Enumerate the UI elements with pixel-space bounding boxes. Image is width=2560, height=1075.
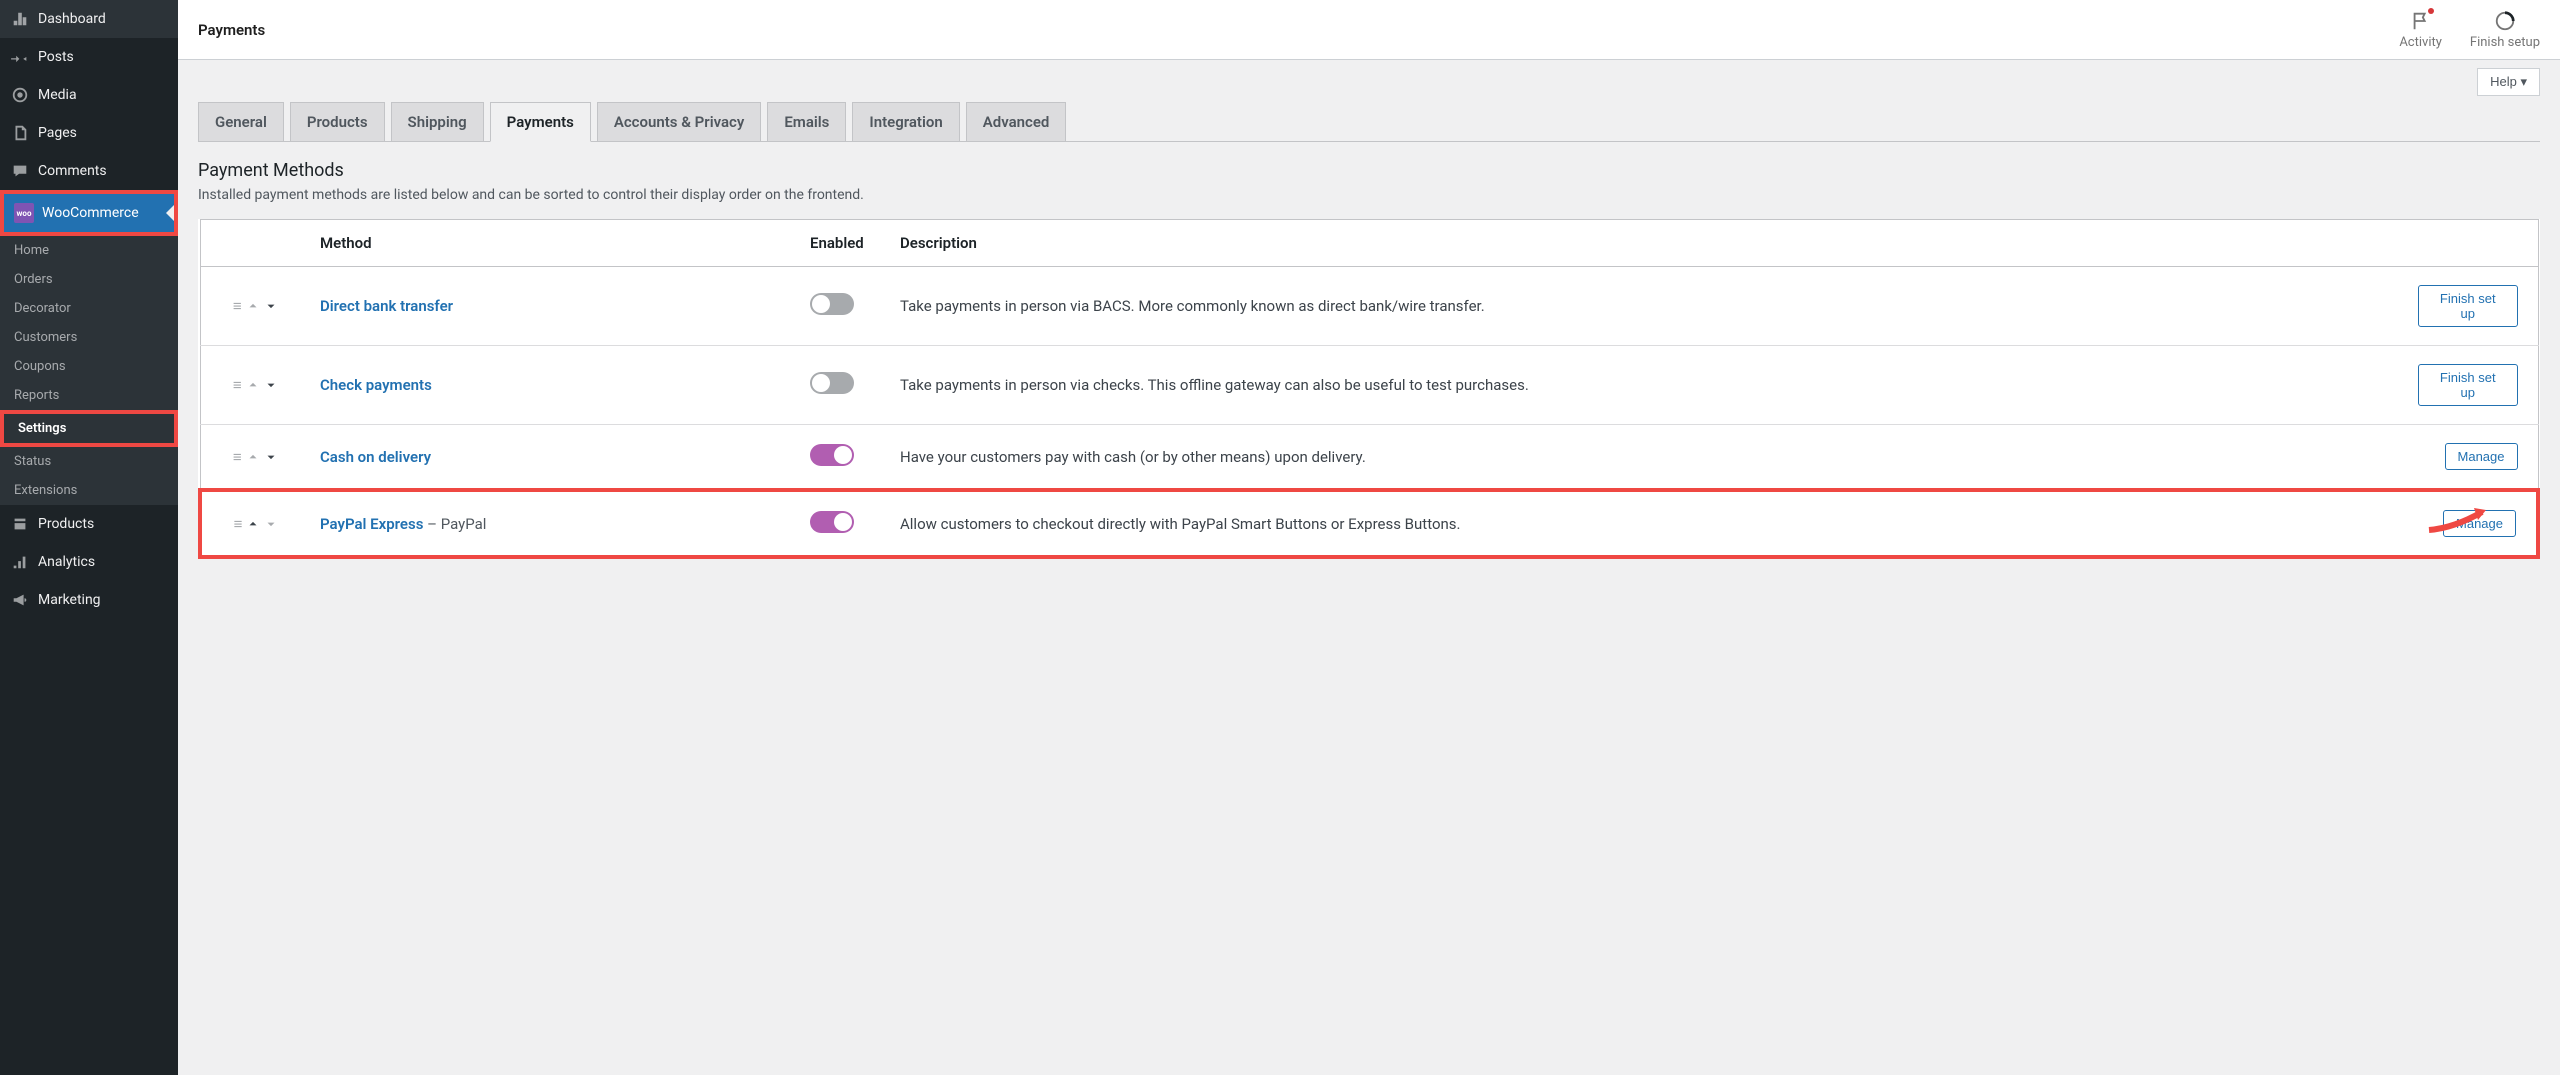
flag-icon [2410,10,2432,32]
sidebar-subitem-orders[interactable]: Orders [0,265,178,294]
sidebar-item-analytics[interactable]: Analytics [0,543,178,581]
sidebar-item-label: Analytics [38,554,95,570]
main-content: Payments Activity Finish setup Help ▾ Ge… [178,0,2560,1075]
tab-payments[interactable]: Payments [490,102,591,142]
dashboard-icon [10,9,30,29]
sidebar-item-posts[interactable]: Posts [0,38,178,76]
arrow-annotation-icon [2424,500,2496,536]
chevron-down-icon[interactable] [264,378,278,392]
payments-table: Method Enabled Description ≡ Direct bank… [198,219,2540,559]
sidebar-subitem-coupons[interactable]: Coupons [0,352,178,381]
sidebar-item-label: Posts [38,49,74,65]
finish-setup-label: Finish setup [2470,35,2540,50]
drag-handle-icon[interactable]: ≡ [233,448,242,466]
chevron-down-icon[interactable] [264,299,278,313]
drag-handle-icon[interactable]: ≡ [233,376,242,394]
method-link[interactable]: Check payments [320,376,432,394]
tab-integration[interactable]: Integration [852,102,959,141]
sidebar-item-pages[interactable]: Pages [0,114,178,152]
column-description: Description [890,220,2408,267]
method-suffix: – PayPal [423,515,486,533]
row-action-button[interactable]: Finish set up [2418,364,2518,406]
tab-accounts-privacy[interactable]: Accounts & Privacy [597,102,762,141]
table-row: ≡ PayPal Express – PayPal Allow customer… [200,490,2538,557]
woo-icon: woo [14,203,34,223]
woocommerce-submenu: Home Orders Decorator Customers Coupons … [0,236,178,505]
activity-button[interactable]: Activity [2399,10,2442,50]
row-action-button[interactable]: Finish set up [2418,285,2518,327]
enabled-toggle[interactable] [810,511,854,533]
tab-emails[interactable]: Emails [767,102,846,141]
progress-circle-icon [2494,10,2516,32]
sidebar-item-label: Marketing [38,592,101,608]
page-title: Payments [198,21,265,39]
method-description: Take payments in person via BACS. More c… [900,297,1485,315]
row-action-button[interactable]: Manage [2445,443,2518,470]
help-button[interactable]: Help ▾ [2477,68,2540,96]
pages-icon [10,123,30,143]
chevron-up-icon[interactable] [246,378,260,392]
sidebar-item-comments[interactable]: Comments [0,152,178,190]
chevron-up-icon[interactable] [246,450,260,464]
method-description: Take payments in person via checks. This… [900,376,1529,394]
sidebar-item-label: WooCommerce [42,205,139,221]
table-row: ≡ Direct bank transfer Take payments in … [200,267,2538,346]
sidebar-subitem-customers[interactable]: Customers [0,323,178,352]
drag-handle-icon[interactable]: ≡ [233,297,242,315]
section-title: Payment Methods [198,160,2540,181]
topbar: Payments Activity Finish setup [178,0,2560,60]
comment-icon [10,161,30,181]
chevron-down-icon[interactable] [264,450,278,464]
column-method: Method [310,220,800,267]
sidebar-item-label: Products [38,516,94,532]
tab-products[interactable]: Products [290,102,385,141]
drag-handle-icon[interactable]: ≡ [234,515,243,533]
sidebar-item-woocommerce[interactable]: woo WooCommerce [0,190,178,236]
activity-label: Activity [2399,35,2442,50]
notification-dot [2428,8,2434,14]
products-icon [10,514,30,534]
media-icon [10,85,30,105]
method-description: Have your customers pay with cash (or by… [900,448,1366,466]
chevron-up-icon[interactable] [246,299,260,313]
analytics-icon [10,552,30,572]
sidebar-item-label: Media [38,87,77,103]
tab-advanced[interactable]: Advanced [966,102,1067,141]
table-row: ≡ Cash on delivery Have your customers p… [200,425,2538,491]
megaphone-icon [10,590,30,610]
table-row: ≡ Check payments Take payments in person… [200,346,2538,425]
chevron-up-icon[interactable] [246,517,260,531]
enabled-toggle[interactable] [810,293,854,315]
sidebar-subitem-extensions[interactable]: Extensions [0,476,178,505]
finish-setup-button[interactable]: Finish setup [2470,10,2540,50]
pin-icon [10,47,30,67]
sidebar-item-products[interactable]: Products [0,505,178,543]
sidebar-item-media[interactable]: Media [0,76,178,114]
chevron-down-icon[interactable] [264,517,278,531]
sidebar-subitem-status[interactable]: Status [0,447,178,476]
method-link[interactable]: PayPal Express [320,515,423,533]
sidebar-item-label: Dashboard [38,11,106,27]
sidebar-item-label: Comments [38,163,107,179]
sidebar-item-dashboard[interactable]: Dashboard [0,0,178,38]
sidebar-item-label: Pages [38,125,77,141]
method-link[interactable]: Direct bank transfer [320,297,453,315]
method-description: Allow customers to checkout directly wit… [900,515,1461,533]
sidebar-subitem-decorator[interactable]: Decorator [0,294,178,323]
sidebar-subitem-home[interactable]: Home [0,236,178,265]
tab-general[interactable]: General [198,102,284,141]
sidebar-item-marketing[interactable]: Marketing [0,581,178,619]
column-enabled: Enabled [800,220,890,267]
sidebar-subitem-settings[interactable]: Settings [0,410,178,447]
method-link[interactable]: Cash on delivery [320,448,431,466]
section-desc: Installed payment methods are listed bel… [198,187,2540,203]
enabled-toggle[interactable] [810,444,854,466]
settings-tabs: General Products Shipping Payments Accou… [198,102,2540,142]
tab-shipping[interactable]: Shipping [391,102,484,141]
sidebar-subitem-reports[interactable]: Reports [0,381,178,410]
enabled-toggle[interactable] [810,372,854,394]
admin-sidebar: Dashboard Posts Media Pages Comments woo… [0,0,178,1075]
